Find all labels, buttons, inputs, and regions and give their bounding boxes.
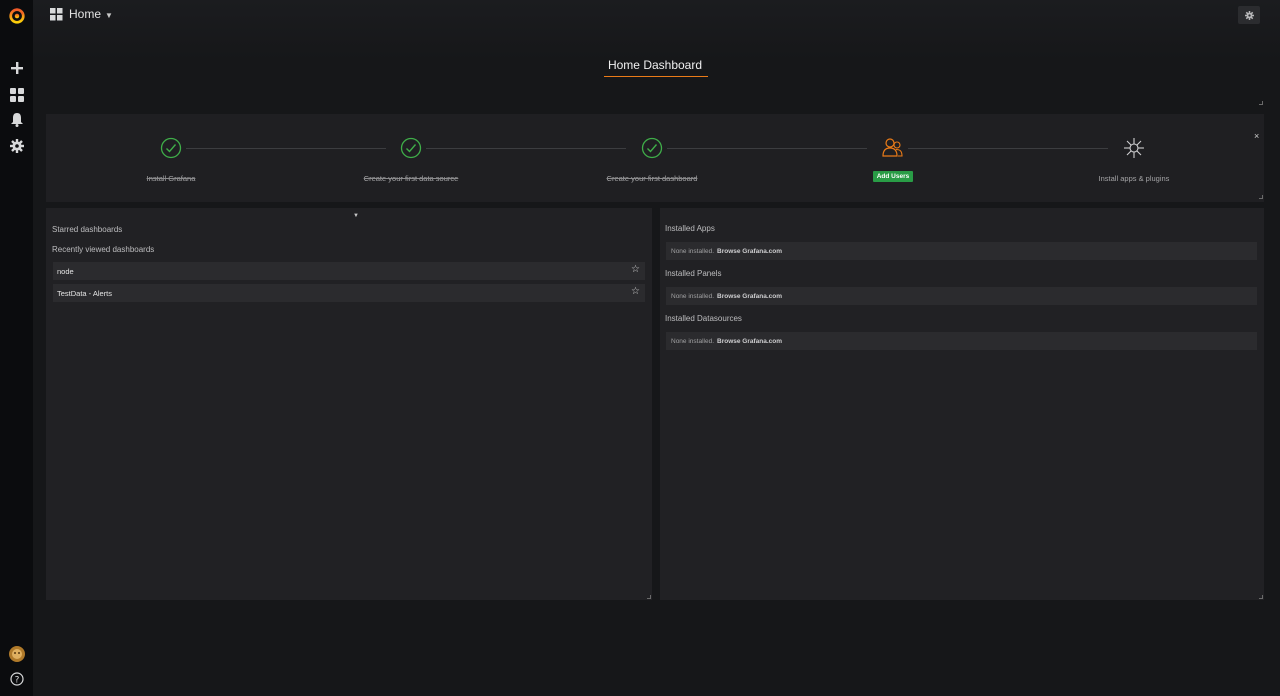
installed-apps-empty: None installed. Browse Grafana.com [666,242,1257,260]
getting-started-panel: × Install Grafana Create your first data… [46,114,1264,202]
configuration-gear-icon[interactable] [0,137,33,155]
dashboard-grid-icon [50,7,63,20]
step-add-users: Add Users [773,136,1013,182]
star-icon[interactable]: ☆ [631,286,640,297]
dashboard-link[interactable]: TestData - Alerts [57,289,112,298]
step-install-plugins: Install apps & plugins [1014,136,1254,183]
user-avatar-icon[interactable] [0,645,33,663]
resize-handle[interactable] [647,595,651,599]
title-panel: Home Dashboard [46,44,1264,108]
list-item[interactable]: TestData - Alerts ☆ [53,284,645,302]
browse-grafana-link[interactable]: Browse Grafana.com [717,338,782,345]
svg-text:?: ? [14,676,19,686]
plugins-icon [1123,136,1145,160]
list-item[interactable]: node ☆ [53,262,645,280]
help-icon[interactable]: ? [0,670,33,688]
resize-handle[interactable] [1259,595,1263,599]
alerting-bell-icon[interactable] [0,111,33,129]
star-icon[interactable]: ☆ [631,264,640,275]
main-content: Home ▼ Home Dashboard × Install Grafana [33,0,1280,696]
installed-datasources-heading: Installed Datasources [665,314,742,323]
step-create-dashboard: Create your first dashboard [532,136,772,183]
plugin-list-panel: Installed Apps None installed. Browse Gr… [660,208,1264,600]
step-install-grafana: Install Grafana [51,136,291,183]
close-getting-started-button[interactable]: × [1254,131,1259,141]
none-installed-text: None installed. [671,247,714,255]
navbar: Home ▼ [33,0,1280,30]
users-icon [881,136,905,160]
step-label[interactable]: Install Grafana [147,174,196,183]
none-installed-text: None installed. [671,337,714,345]
recent-dashboards-heading: Recently viewed dashboards [52,245,155,254]
step-label[interactable]: Create your first data source [364,174,459,183]
resize-handle[interactable] [1259,195,1263,199]
dashboard-title: Home [69,7,102,21]
dashboards-icon[interactable] [0,86,33,104]
check-circle-icon [400,136,422,160]
dashboard-list-panel: ▼ Starred dashboards Recently viewed das… [46,208,652,600]
title-underline [604,76,708,77]
installed-datasources-empty: None installed. Browse Grafana.com [666,332,1257,350]
resize-handle[interactable] [1259,101,1263,105]
installed-panels-empty: None installed. Browse Grafana.com [666,287,1257,305]
dashboard-link[interactable]: node [57,267,74,276]
add-users-button[interactable]: Add Users [872,171,914,182]
check-circle-icon [160,136,182,160]
dashboard-picker-button[interactable]: Home ▼ [50,7,113,21]
installed-panels-heading: Installed Panels [665,269,722,278]
none-installed-text: None installed. [671,292,714,300]
side-menu: ? [0,0,33,696]
browse-grafana-link[interactable]: Browse Grafana.com [717,248,782,255]
grafana-logo-icon[interactable] [0,4,33,28]
step-label[interactable]: Create your first dashboard [607,174,698,183]
install-plugins-link[interactable]: Install apps & plugins [1099,174,1170,183]
gear-icon [1244,10,1254,20]
starred-dashboards-heading: Starred dashboards [52,225,123,234]
caret-down-icon: ▼ [105,11,113,20]
installed-apps-heading: Installed Apps [665,224,715,233]
panel-menu-caret-icon[interactable]: ▼ [353,213,359,219]
step-create-data-source: Create your first data source [291,136,531,183]
dashboard-settings-button[interactable] [1238,6,1260,24]
create-plus-icon[interactable] [0,59,33,77]
page-title: Home Dashboard [607,58,703,72]
browse-grafana-link[interactable]: Browse Grafana.com [717,293,782,300]
check-circle-icon [641,136,663,160]
